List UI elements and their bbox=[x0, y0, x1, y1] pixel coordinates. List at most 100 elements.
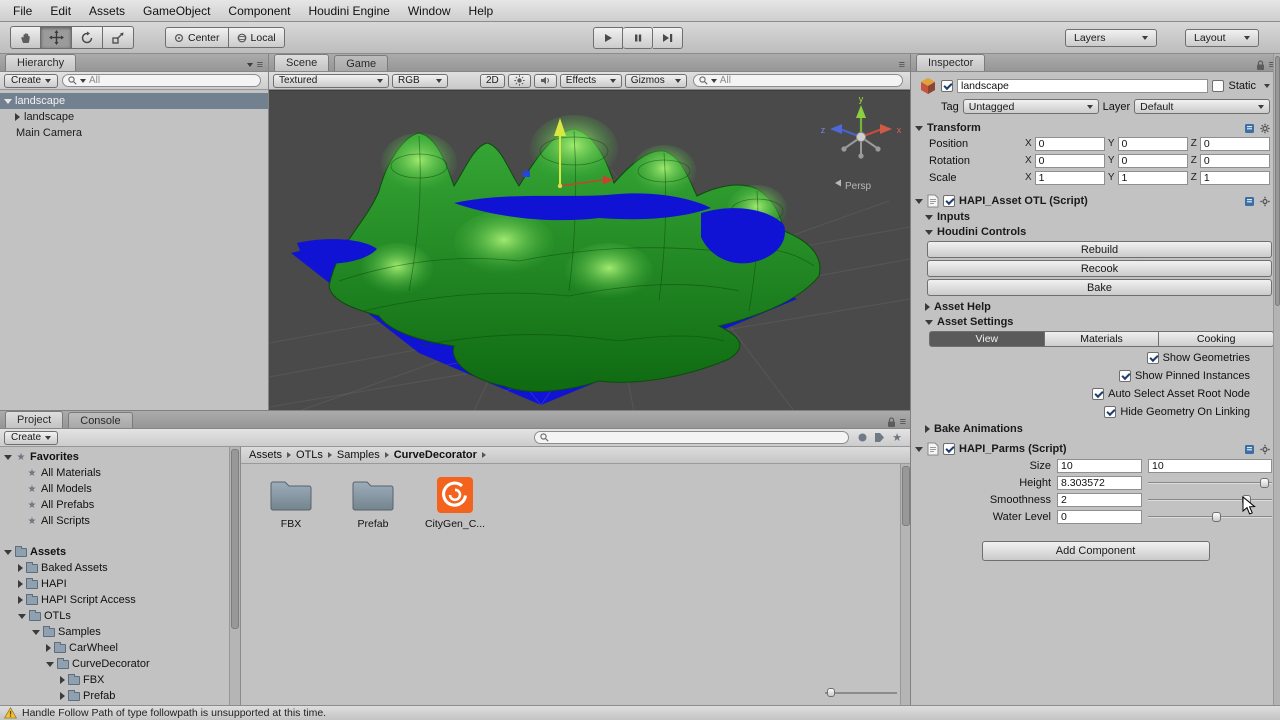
pan-tool-button[interactable] bbox=[10, 26, 41, 49]
rotate-tool-button[interactable] bbox=[72, 26, 103, 49]
hierarchy-item-landscape[interactable]: landscape bbox=[0, 93, 268, 109]
component-enabled-checkbox[interactable] bbox=[943, 443, 955, 455]
tree-carwheel[interactable]: CarWheel bbox=[0, 640, 240, 656]
menu-window[interactable]: Window bbox=[399, 0, 460, 21]
tree-favorites[interactable]: ★ Favorites bbox=[0, 449, 240, 465]
foldout-open-icon[interactable] bbox=[925, 214, 933, 220]
show-geometries-checkbox[interactable] bbox=[1146, 352, 1159, 364]
inputs-foldout[interactable]: Inputs bbox=[911, 209, 1280, 224]
project-panel-menu[interactable]: ≡ bbox=[887, 416, 911, 428]
scale-y-input[interactable]: 1 bbox=[1117, 170, 1188, 185]
tree-assets-root[interactable]: Assets bbox=[0, 544, 240, 560]
hierarchy-search-input[interactable]: All bbox=[62, 74, 261, 87]
scale-tool-button[interactable] bbox=[103, 26, 134, 49]
foldout-open-icon[interactable] bbox=[925, 319, 933, 325]
layers-dropdown[interactable]: Layers bbox=[1065, 29, 1157, 47]
rotation-z-input[interactable]: 0 bbox=[1199, 153, 1271, 168]
transform-header[interactable]: Transform bbox=[911, 120, 1280, 135]
foldout-open-icon[interactable] bbox=[4, 454, 12, 460]
foldout-closed-icon[interactable] bbox=[46, 644, 51, 652]
hierarchy-create-button[interactable]: Create bbox=[4, 73, 59, 88]
step-button[interactable] bbox=[653, 27, 683, 49]
slider-knob[interactable] bbox=[1259, 477, 1269, 488]
position-y-input[interactable]: 0 bbox=[1117, 136, 1188, 151]
pause-button[interactable] bbox=[623, 27, 653, 49]
hide-geometry-checkbox[interactable] bbox=[1104, 406, 1117, 418]
bake-animations-foldout[interactable]: Bake Animations bbox=[911, 421, 1280, 436]
layout-dropdown[interactable]: Layout bbox=[1185, 29, 1259, 47]
smoothness-input[interactable]: 2 bbox=[1057, 492, 1142, 507]
scene-viewport[interactable]: y x z Persp bbox=[269, 90, 910, 410]
render-channel-dropdown[interactable]: RGB bbox=[392, 73, 448, 88]
foldout-open-icon[interactable] bbox=[915, 125, 923, 131]
center-toggle-button[interactable]: Center bbox=[165, 27, 228, 48]
add-component-button[interactable]: Add Component bbox=[981, 541, 1210, 561]
tab-materials[interactable]: Materials bbox=[1044, 331, 1160, 347]
foldout-closed-icon[interactable] bbox=[18, 564, 23, 572]
tree-all-scripts[interactable]: ★ All Scripts bbox=[0, 513, 240, 529]
tree-otls[interactable]: OTLs bbox=[0, 608, 240, 624]
foldout-closed-icon[interactable] bbox=[15, 113, 20, 121]
tab-cooking[interactable]: Cooking bbox=[1159, 331, 1275, 347]
hapi-parms-header[interactable]: HAPI_Parms (Script) bbox=[911, 440, 1280, 457]
tree-prefab[interactable]: Prefab bbox=[0, 688, 240, 704]
menu-file[interactable]: File bbox=[4, 0, 41, 21]
tab-inspector[interactable]: Inspector bbox=[916, 54, 986, 71]
active-checkbox[interactable] bbox=[941, 80, 953, 92]
position-x-input[interactable]: 0 bbox=[1034, 136, 1105, 151]
height-slider[interactable] bbox=[1148, 476, 1272, 490]
auto-select-root-checkbox[interactable] bbox=[1092, 388, 1105, 400]
object-name-input[interactable]: landscape bbox=[957, 79, 1209, 93]
hierarchy-item-landscape-child[interactable]: landscape bbox=[0, 109, 268, 125]
slider-knob[interactable] bbox=[827, 688, 835, 697]
houdini-controls-foldout[interactable]: Houdini Controls bbox=[911, 224, 1280, 239]
tab-project[interactable]: Project bbox=[5, 411, 64, 428]
tree-hapi[interactable]: HAPI bbox=[0, 576, 240, 592]
foldout-closed-icon[interactable] bbox=[60, 692, 65, 700]
scrollbar-thumb[interactable] bbox=[902, 466, 910, 526]
foldout-closed-icon[interactable] bbox=[60, 676, 65, 684]
2d-toggle-button[interactable]: 2D bbox=[480, 73, 505, 88]
scene-audio-toggle[interactable] bbox=[533, 73, 557, 88]
menu-assets[interactable]: Assets bbox=[80, 0, 134, 21]
menu-edit[interactable]: Edit bbox=[41, 0, 80, 21]
static-checkbox[interactable] bbox=[1212, 80, 1225, 92]
play-button[interactable] bbox=[593, 27, 623, 49]
project-tree-scrollbar[interactable] bbox=[229, 447, 240, 706]
help-book-icon[interactable] bbox=[1244, 123, 1255, 134]
project-search-input[interactable] bbox=[534, 431, 849, 444]
menu-help[interactable]: Help bbox=[460, 0, 503, 21]
size-input[interactable]: 10 bbox=[1057, 458, 1142, 473]
scale-x-input[interactable]: 1 bbox=[1034, 170, 1105, 185]
foldout-closed-icon[interactable] bbox=[18, 580, 23, 588]
asset-help-foldout[interactable]: Asset Help bbox=[911, 299, 1280, 314]
tree-all-models[interactable]: ★ All Models bbox=[0, 481, 240, 497]
foldout-open-icon[interactable] bbox=[925, 229, 933, 235]
inspector-scrollbar[interactable] bbox=[1273, 54, 1280, 705]
tab-hierarchy[interactable]: Hierarchy bbox=[5, 54, 77, 71]
slider-knob[interactable] bbox=[1212, 511, 1222, 522]
breadcrumb-curvedecorator[interactable]: CurveDecorator bbox=[394, 449, 477, 461]
bake-button[interactable]: Bake bbox=[927, 279, 1272, 296]
hierarchy-panel-menu[interactable]: ≡ bbox=[243, 59, 268, 71]
gizmos-dropdown[interactable]: Gizmos bbox=[624, 73, 687, 88]
layer-dropdown[interactable]: Default bbox=[1134, 99, 1270, 114]
asset-item-fbx[interactable]: FBX bbox=[255, 476, 327, 530]
gear-icon[interactable] bbox=[1260, 123, 1272, 134]
filter-type-icon[interactable] bbox=[857, 432, 868, 443]
rotation-x-input[interactable]: 0 bbox=[1034, 153, 1105, 168]
filter-label-icon[interactable] bbox=[874, 432, 885, 443]
asset-item-citygen[interactable]: CityGen_C... bbox=[419, 476, 491, 530]
effects-dropdown[interactable]: Effects bbox=[559, 73, 622, 88]
rebuild-button[interactable]: Rebuild bbox=[927, 241, 1272, 258]
asset-settings-foldout[interactable]: Asset Settings bbox=[911, 314, 1280, 329]
foldout-open-icon[interactable] bbox=[46, 661, 54, 667]
status-bar[interactable]: Handle Follow Path of type followpath is… bbox=[0, 705, 1280, 720]
scale-z-input[interactable]: 1 bbox=[1199, 170, 1271, 185]
tree-all-prefabs[interactable]: ★ All Prefabs bbox=[0, 497, 240, 513]
size-input-2[interactable]: 10 bbox=[1148, 458, 1272, 473]
shading-mode-dropdown[interactable]: Textured bbox=[273, 73, 389, 88]
foldout-closed-icon[interactable] bbox=[18, 596, 23, 604]
menu-gameobject[interactable]: GameObject bbox=[134, 0, 219, 21]
scene-lighting-toggle[interactable] bbox=[507, 73, 531, 88]
